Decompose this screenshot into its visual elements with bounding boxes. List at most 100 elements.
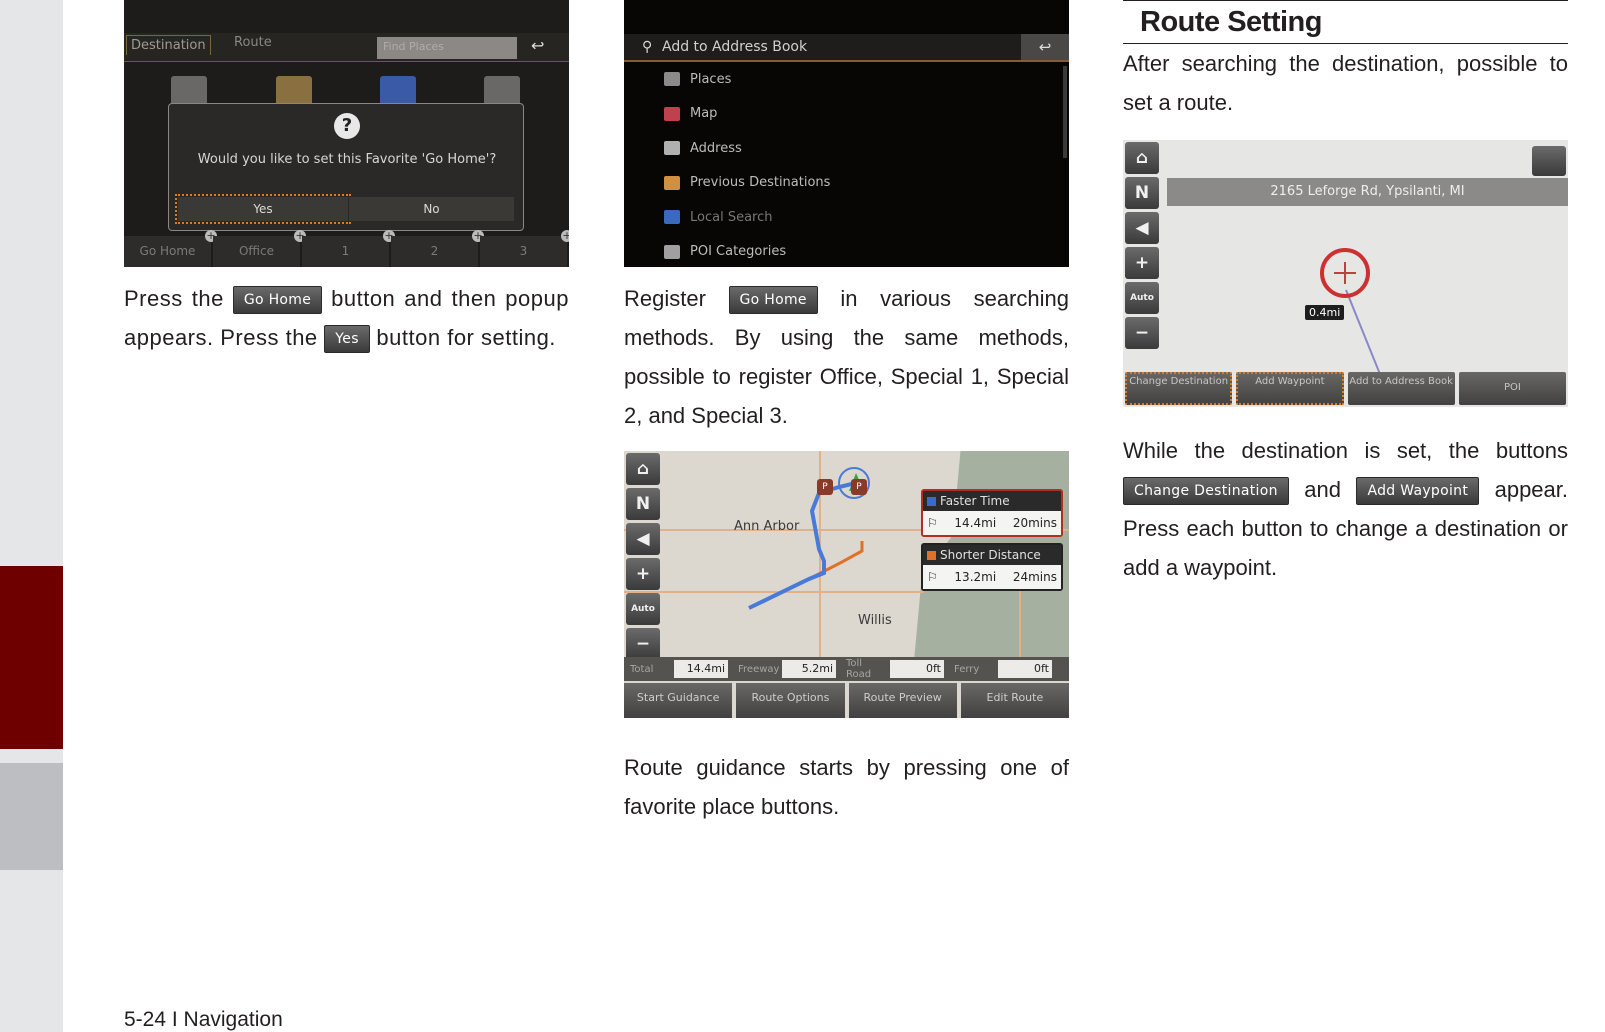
favorite-special-2[interactable]: 2 + [391,230,484,267]
menu-header: Add to Address Book [624,34,1069,62]
menu-item-label: Previous Destinations [690,175,831,190]
flag-icon: ⚐ [927,570,938,584]
route-time: 24mins [1012,570,1057,584]
menu-item[interactable]: Local Search [664,200,773,234]
route-distance: 13.2mi [954,570,997,584]
instruction-paragraph: Press the Go Home button and then popup … [124,279,569,357]
confirm-popup: ? Would you like to set this Favorite 'G… [168,103,524,231]
destination-address: 2165 Leforge Rd, Ypsilanti, MI [1167,178,1568,206]
go-home-button-label: Go Home [232,286,323,314]
menu-item-label: Address [690,140,742,156]
add-to-address-book-button[interactable]: Add to Address Book [1347,372,1455,405]
menu-item-label: POI Categories [690,244,787,259]
find-places-input[interactable]: Find Places [377,37,517,59]
text-fragment: While the destination is set, the button… [1123,438,1568,463]
chapter-tab-next [0,763,63,870]
home-icon[interactable]: ⌂ [1125,142,1159,174]
menu-item[interactable]: POI Categories [664,235,786,268]
chapter-tab-navigation-active [0,566,63,749]
menu-item[interactable]: Address [664,131,742,165]
zoom-out-icon[interactable]: − [1125,317,1159,349]
favorite-label: Go Home [139,244,196,258]
auto-scale-icon[interactable]: Auto [626,593,660,625]
column-favorite-setup: Destination Route Find Places ↩ ? Would … [124,0,569,357]
map-icon [664,106,680,121]
route-actions-bar: Start Guidance Route Options Route Previ… [624,683,1069,718]
favorite-office[interactable]: Office + [213,230,306,267]
scrollbar[interactable] [1063,66,1067,158]
route-preview-button[interactable]: Route Preview [848,683,957,718]
section-title: Route Setting [1123,0,1568,44]
poi-marker-icon[interactable]: P [851,479,867,495]
add-icon: + [561,230,569,242]
volume-icon[interactable]: ◀ [1125,212,1159,244]
popup-yes-button[interactable]: Yes [175,194,351,224]
back-arrow-icon[interactable]: ↩ [1021,34,1069,60]
zoom-out-icon[interactable]: − [626,628,660,660]
text-fragment: Press the [124,286,224,311]
favorite-label: 3 [519,244,528,258]
buttons-paragraph: While the destination is set, the button… [1123,431,1568,587]
route-stats-bar: Total 14.4mi Freeway 5.2mi Toll Road 0ft Fe… [624,657,1069,681]
favorite-special-3[interactable]: 3 + [480,230,569,267]
edit-route-button[interactable]: Edit Route [960,683,1069,718]
favorite-label: 1 [341,244,350,258]
favorite-label: Office [238,244,275,258]
auto-scale-icon[interactable]: Auto [1125,282,1159,314]
start-guidance-button[interactable]: Start Guidance [624,683,733,718]
add-waypoint-button[interactable]: Add Waypoint [1236,372,1344,405]
menu-item[interactable]: Places [664,62,731,96]
favorite-go-home[interactable]: Go Home + [124,230,217,267]
route-options-button[interactable]: Route Options [736,683,845,718]
poi-icon [664,244,680,259]
text-fragment: and [1304,477,1341,502]
stat-value: 5.2mi [782,660,836,678]
compass-icon[interactable]: N [626,488,660,520]
popup-no-button[interactable]: No [349,197,514,221]
guidance-paragraph: Route guidance starts by pressing one of… [624,755,1069,819]
distance-label: 0.4mi [1305,305,1345,320]
city-label: Ann Arbor [734,519,800,534]
menu-item-label: Local Search [690,209,773,225]
menu-item[interactable]: Previous Destinations [664,166,830,200]
go-home-button-label: Go Home [728,286,818,314]
question-icon: ? [334,113,360,139]
route-color-swatch [927,551,936,560]
home-icon[interactable]: ⌂ [626,453,660,485]
change-destination-button-label: Change Destination [1123,477,1289,505]
popup-message: Would you like to set this Favorite 'Go … [197,152,497,167]
tab-route[interactable]: Route [234,35,272,50]
destination-map-screenshot: 2165 Leforge Rd, Ypsilanti, MI 0.4mi ⌂ N ◀… [1123,140,1568,407]
gps-icon[interactable] [1532,146,1566,176]
stat-label: Total [630,663,654,675]
stat-label: Toll Road [846,658,872,680]
local-search-icon [664,210,680,224]
route-name: Faster Time [940,494,1010,508]
menu-item[interactable]: Map [664,97,717,131]
zoom-in-icon[interactable]: + [1125,247,1159,279]
poi-button[interactable]: POI [1458,372,1566,405]
change-destination-button[interactable]: Change Destination [1125,372,1233,405]
destination-actions-bar: Change Destination Add Waypoint Add to A… [1125,372,1566,405]
stat-label: Ferry [954,663,980,675]
city-label: Willis [858,613,892,628]
favorite-special-1[interactable]: 1 + [302,230,395,267]
folder-icon [664,175,680,190]
address-icon [664,141,680,155]
yes-button-label: Yes [324,325,370,353]
location-pin-icon: ⚲ [642,39,653,55]
route-line [1345,289,1383,379]
compass-icon[interactable]: N [1125,177,1159,209]
poi-marker-icon[interactable]: P [817,479,833,495]
stat-value: 14.4mi [674,660,728,678]
faster-route-line [748,479,865,610]
column-route-setting: Route Setting After searching the destin… [1123,0,1568,587]
route-card-shorter-distance[interactable]: Shorter Distance ⚐ 13.2mi 24mins [921,543,1063,591]
volume-icon[interactable]: ◀ [626,523,660,555]
tab-destination[interactable]: Destination [126,35,211,55]
menu-item-label: Places [690,71,732,87]
back-arrow-icon[interactable]: ↩ [531,36,544,55]
zoom-in-icon[interactable]: + [626,558,660,590]
route-card-faster-time[interactable]: Faster Time ⚐ 14.4mi 20mins [921,489,1063,537]
favorite-label: 2 [430,244,439,258]
